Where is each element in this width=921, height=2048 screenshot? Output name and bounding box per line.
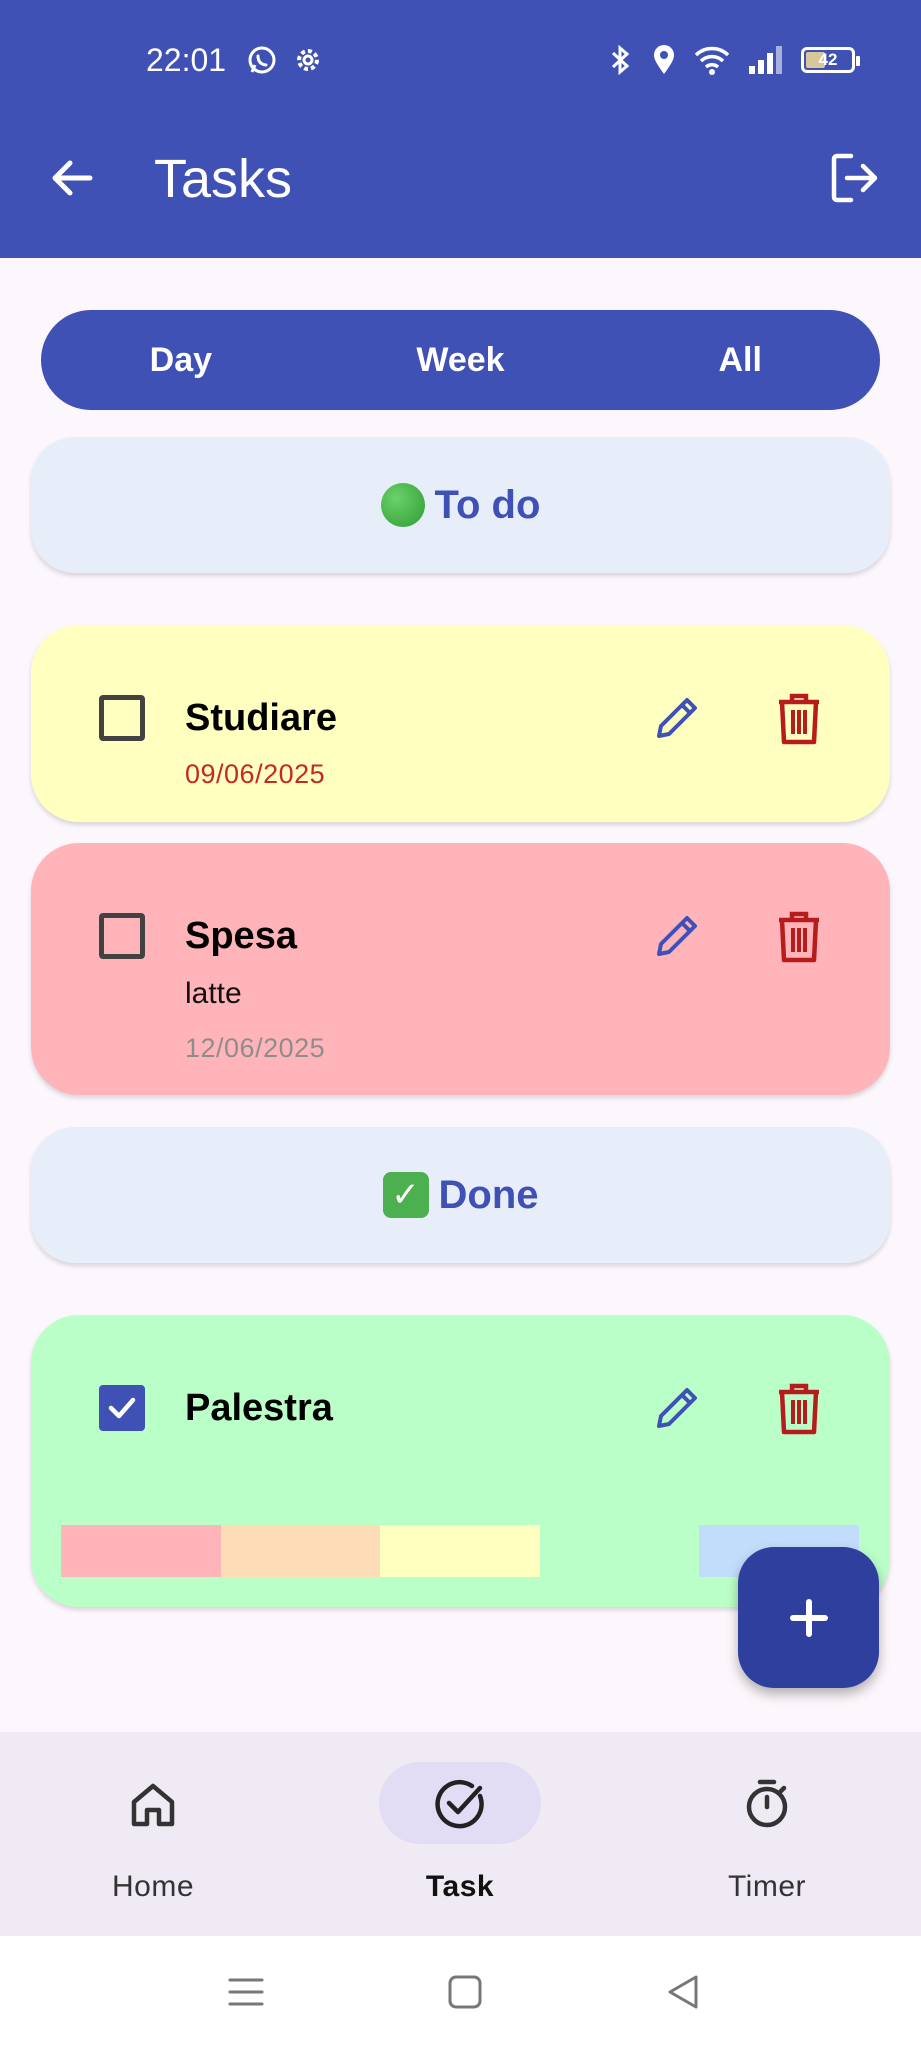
trash-icon bbox=[779, 1383, 819, 1435]
task-card-studiare[interactable]: Studiare 09/06/2025 bbox=[31, 625, 890, 822]
location-icon bbox=[654, 45, 674, 74]
home-square-icon[interactable] bbox=[445, 1972, 485, 2012]
filter-week[interactable]: Week bbox=[321, 310, 601, 410]
nav-item-task[interactable]: Task bbox=[335, 1732, 585, 1936]
color-swatch-orange[interactable] bbox=[221, 1525, 380, 1577]
edit-button[interactable] bbox=[649, 908, 705, 964]
date-filter: Day Week All bbox=[41, 310, 880, 410]
home-icon bbox=[131, 1783, 175, 1827]
nav-label-timer: Timer bbox=[727, 1870, 807, 1903]
delete-button[interactable] bbox=[771, 1380, 827, 1436]
delete-button[interactable] bbox=[771, 690, 827, 746]
bottom-navigation: Home Task Timer bbox=[0, 1732, 921, 1936]
edit-button[interactable] bbox=[649, 1380, 705, 1436]
page-title: Tasks bbox=[154, 149, 293, 209]
battery-level: 42 bbox=[818, 50, 838, 69]
task-date: 12/06/2025 bbox=[185, 1033, 326, 1063]
nav-label-task: Task bbox=[425, 1870, 495, 1903]
nav-item-home[interactable]: Home bbox=[28, 1732, 278, 1936]
stopwatch-icon bbox=[746, 1779, 788, 1828]
task-title: Studiare bbox=[185, 697, 338, 739]
status-bar: 22:01 42 bbox=[0, 0, 921, 120]
battery-indicator: 42 bbox=[801, 47, 860, 73]
filter-all[interactable]: All bbox=[600, 310, 880, 410]
pencil-icon bbox=[657, 916, 697, 956]
todo-section-header: To do bbox=[31, 437, 890, 573]
trash-icon bbox=[779, 911, 819, 963]
task-title: Palestra bbox=[185, 1387, 333, 1429]
task-date: 09/06/2025 bbox=[185, 759, 326, 789]
task-description: latte bbox=[185, 977, 242, 1010]
back-button[interactable] bbox=[44, 150, 100, 206]
whatsapp-icon bbox=[248, 46, 276, 74]
check-mark-icon: ✓ bbox=[382, 1172, 429, 1218]
color-swatch-red[interactable] bbox=[61, 1525, 221, 1577]
add-task-button[interactable] bbox=[738, 1547, 879, 1688]
system-navigation-bar bbox=[0, 1936, 921, 2048]
task-card-spesa[interactable]: Spesa latte 12/06/2025 bbox=[31, 843, 890, 1095]
logout-button[interactable] bbox=[825, 148, 885, 208]
delete-button[interactable] bbox=[771, 908, 827, 964]
menu-icon[interactable] bbox=[226, 1972, 266, 2012]
color-swatch-green[interactable] bbox=[540, 1525, 699, 1577]
plus-icon bbox=[789, 1598, 828, 1637]
arrow-left-icon bbox=[52, 160, 93, 196]
nav-label-home: Home bbox=[111, 1870, 195, 1903]
settings-icon bbox=[297, 49, 319, 71]
trash-icon bbox=[779, 693, 819, 745]
pencil-icon bbox=[657, 698, 697, 738]
task-checkbox-checked[interactable] bbox=[99, 1385, 145, 1431]
filter-day[interactable]: Day bbox=[41, 310, 321, 410]
signal-icon bbox=[749, 46, 782, 74]
nav-item-timer[interactable]: Timer bbox=[642, 1732, 892, 1936]
status-left-icons bbox=[246, 44, 324, 76]
task-checkbox[interactable] bbox=[99, 695, 145, 741]
logout-icon bbox=[831, 153, 878, 203]
bluetooth-icon bbox=[611, 44, 630, 76]
check-circle-icon bbox=[435, 1779, 484, 1829]
done-section-label: Done bbox=[438, 1172, 539, 1217]
done-section-header: ✓ Done bbox=[31, 1127, 890, 1263]
todo-section-label: To do bbox=[434, 482, 541, 527]
edit-button[interactable] bbox=[649, 690, 705, 746]
status-right-icons: 42 bbox=[607, 44, 860, 76]
app-bar: Tasks bbox=[0, 120, 921, 258]
color-swatch-yellow[interactable] bbox=[380, 1525, 540, 1577]
task-title: Spesa bbox=[185, 915, 297, 957]
pencil-icon bbox=[657, 1388, 697, 1428]
task-checkbox[interactable] bbox=[99, 913, 145, 959]
back-triangle-icon[interactable] bbox=[664, 1972, 704, 2012]
status-time: 22:01 bbox=[146, 42, 227, 78]
green-circle-icon bbox=[380, 483, 425, 527]
checkmark-icon bbox=[108, 1397, 136, 1419]
wifi-icon bbox=[694, 46, 730, 75]
